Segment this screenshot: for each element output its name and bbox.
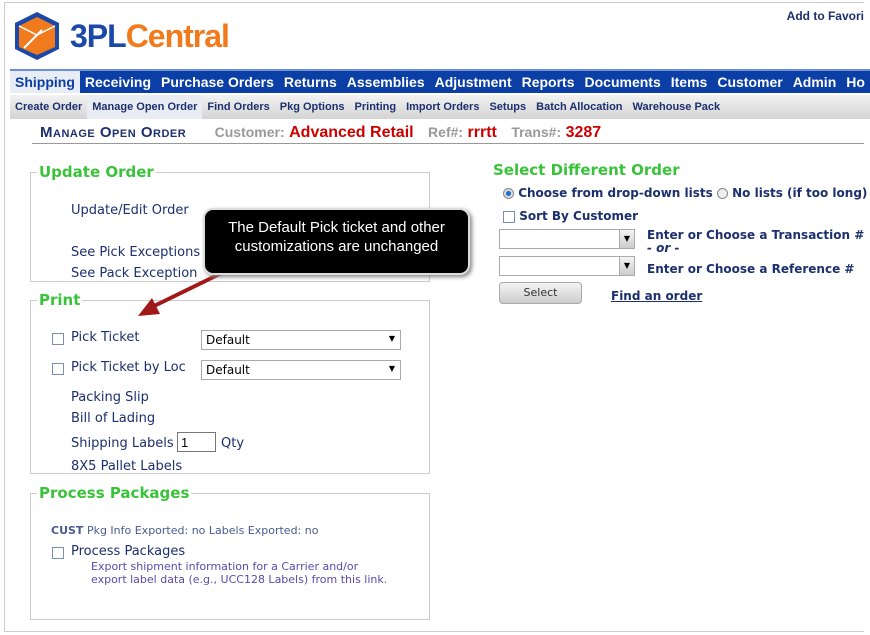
callout-arrow xyxy=(138,266,233,316)
annotation-callout: The Default Pick ticket and other custom… xyxy=(203,208,470,275)
